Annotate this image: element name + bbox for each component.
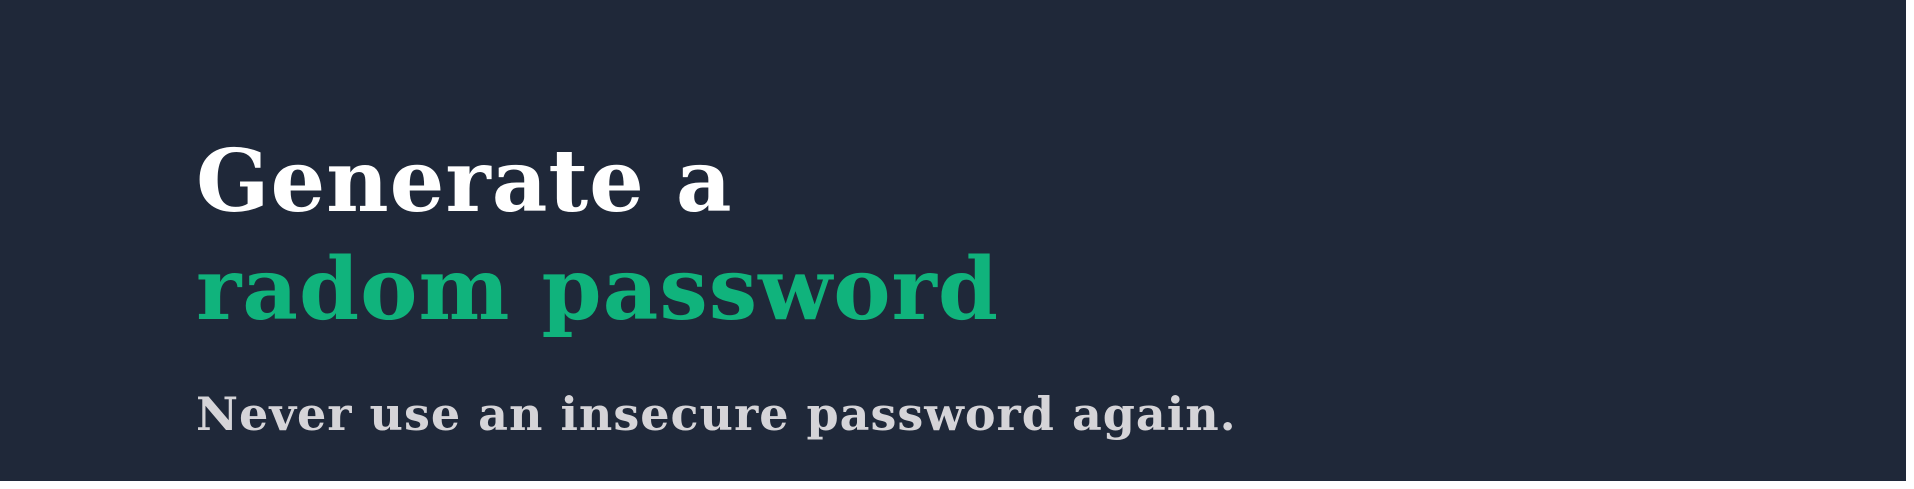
hero-title-line-2: radom password [196, 239, 999, 340]
hero-title: Generate a radom password [196, 128, 999, 344]
hero-panel: Generate a radom password Never use an i… [0, 0, 1906, 481]
hero-tagline: Never use an insecure password again. [196, 387, 1237, 441]
hero-title-line-1: Generate a [196, 131, 733, 232]
